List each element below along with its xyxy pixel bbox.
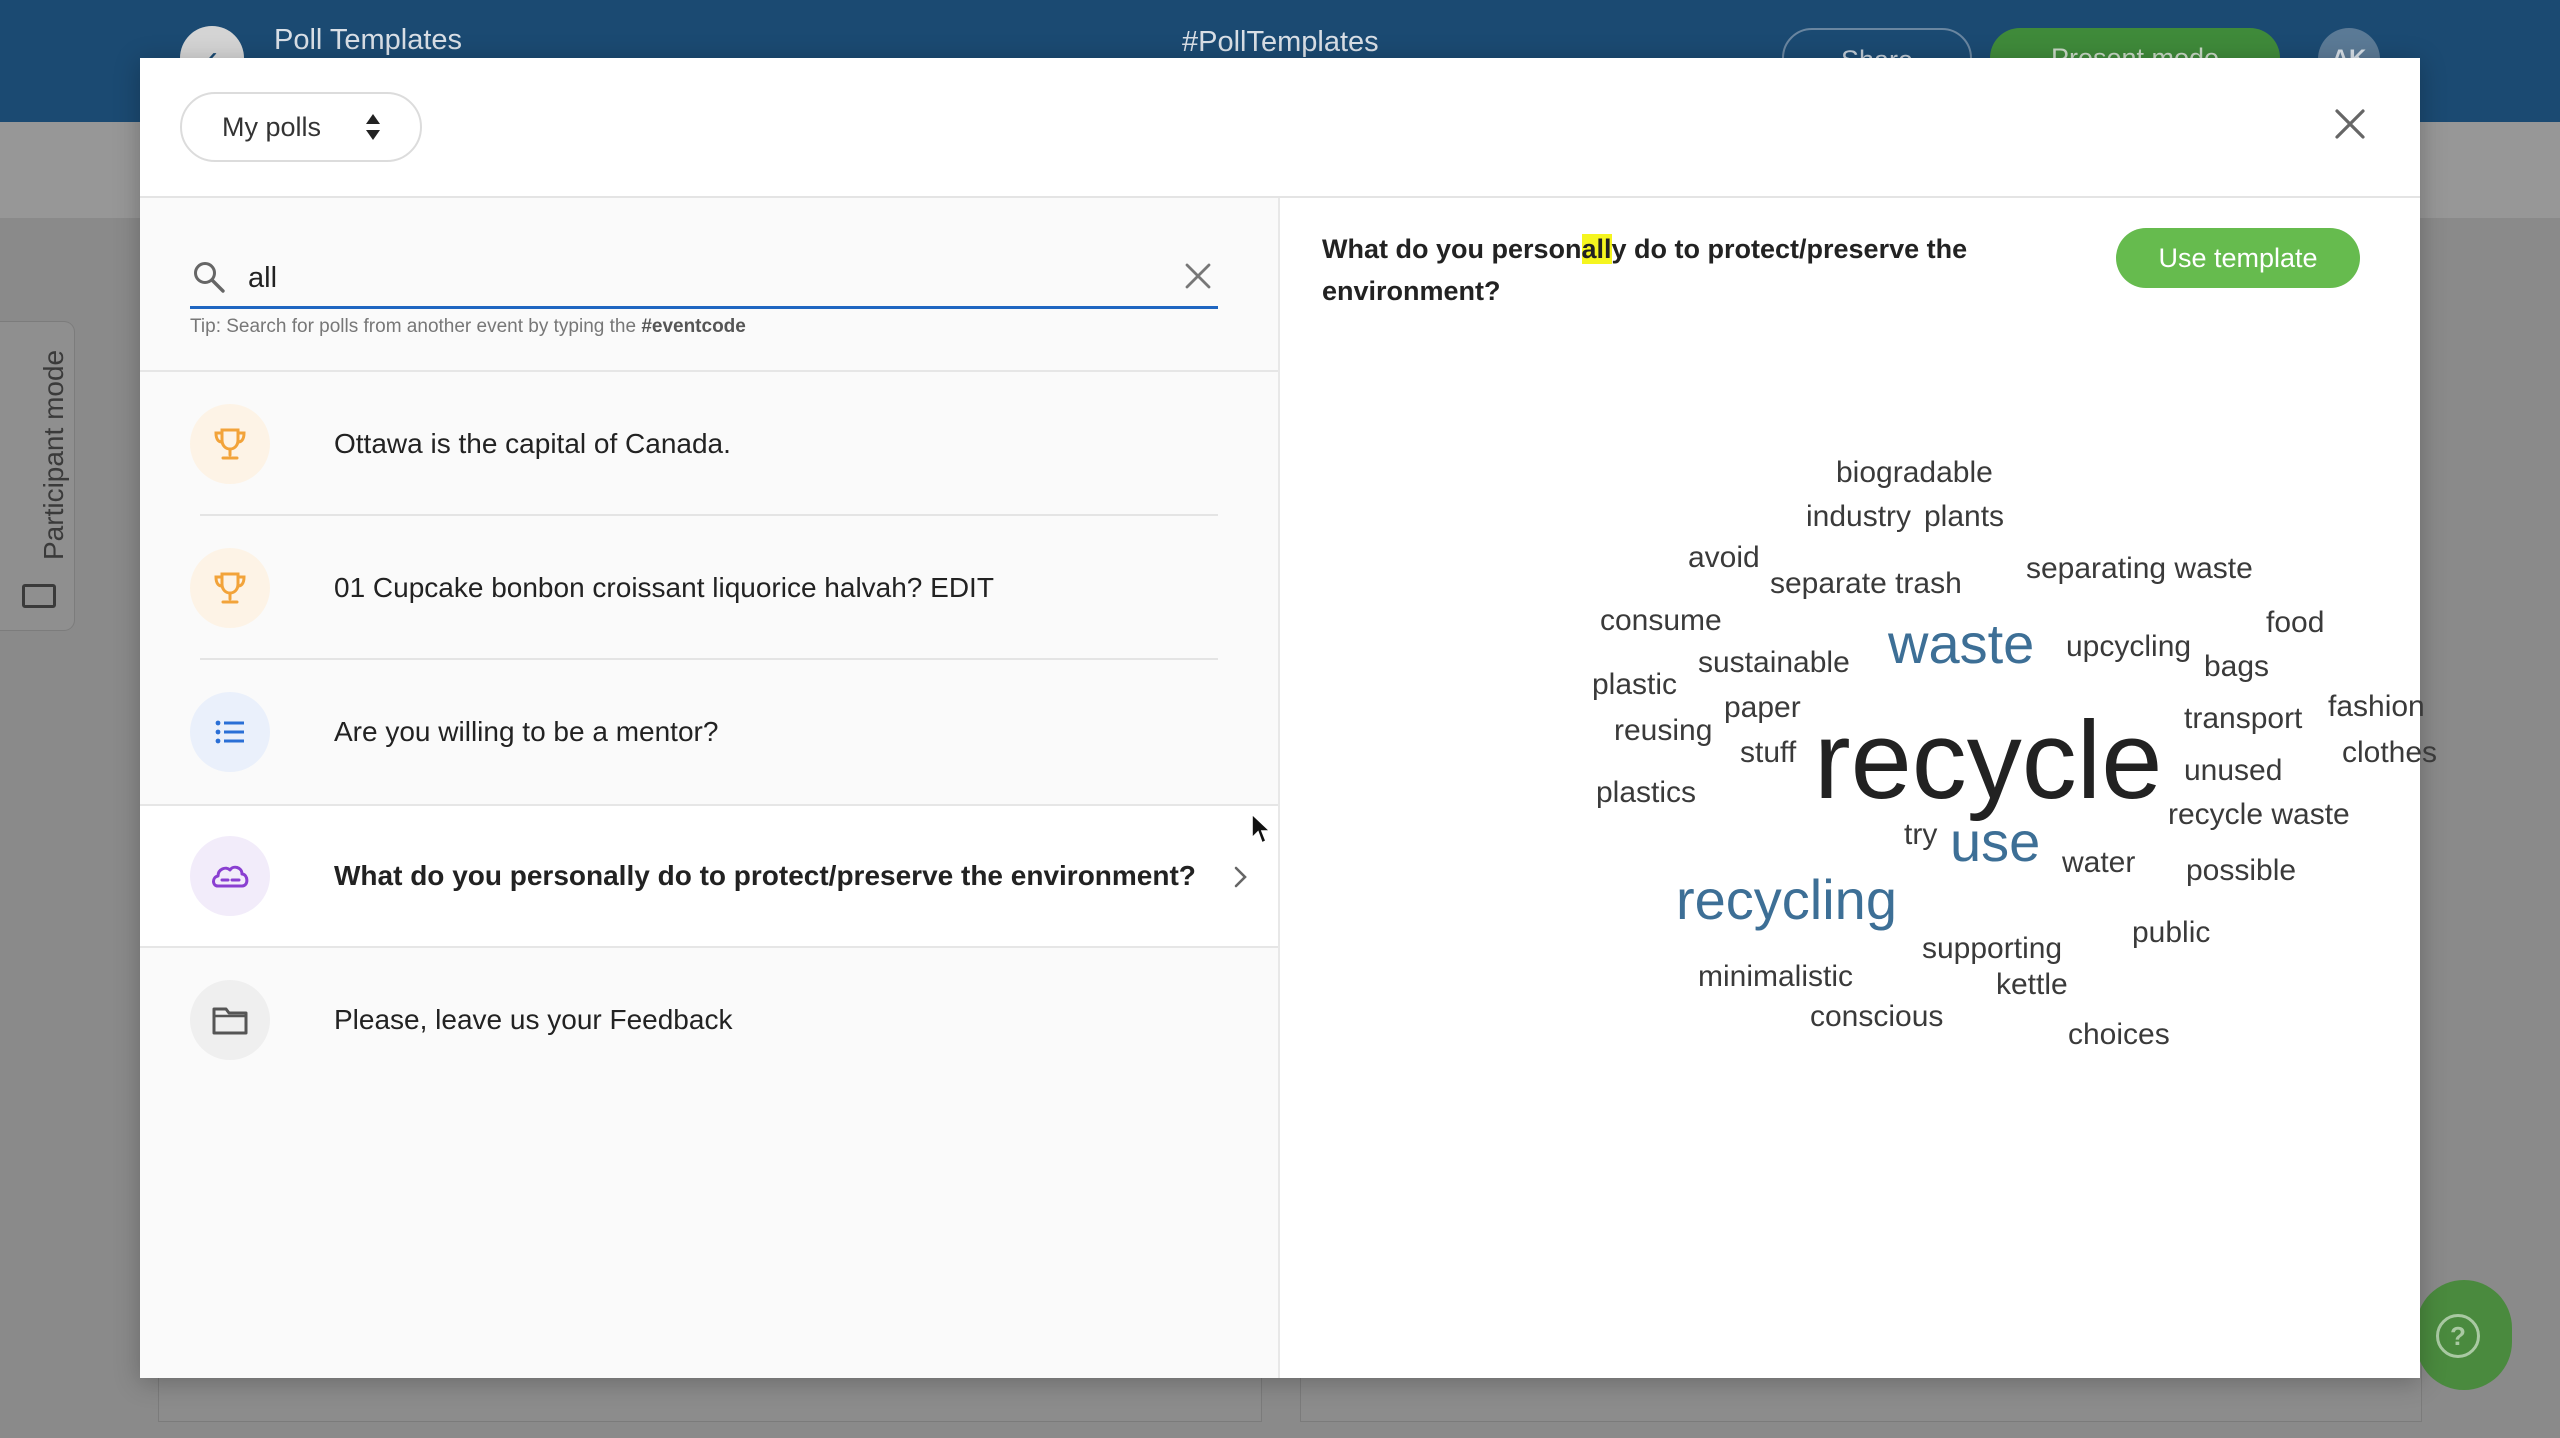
cloud-word: unused [2184,754,2283,787]
cloud-word: fashion [2328,690,2425,723]
cloud-word: transport [2184,702,2303,735]
cloud-word: sustainable [1698,646,1850,679]
list-item-selected[interactable]: What do you personally do to protect/pre… [140,804,1278,948]
scope-select-label: My polls [222,112,322,142]
cloud-word: biogradable [1836,456,1993,489]
cloud-word: industry [1806,500,1912,533]
cloud-word: conscious [1810,1000,1944,1033]
cloud-word: paper [1724,691,1801,724]
search-bar [190,250,1218,309]
tip-text: Tip: Search for polls from another event… [190,316,642,337]
cloud-word: upcycling [2066,630,2192,663]
folder-icon [190,980,270,1060]
list-item[interactable]: 01 Cupcake bonbon croissant liquorice ha… [140,516,1278,660]
cloud-word: plants [1924,500,2005,533]
sort-arrows-icon [366,114,380,140]
cloud-word: separating waste [2026,552,2253,585]
cloud-word: plastics [1596,776,1697,809]
search-input[interactable] [246,254,1150,302]
app-title: Poll Templates [274,24,463,56]
list-item[interactable]: Please, leave us your Feedback [140,948,1278,1092]
mouse-cursor-icon [1251,812,1272,845]
cloud-word: recycling [1676,868,1897,931]
poll-templates-modal: My polls Tip: Search for polls from anot… [140,58,2437,1378]
event-code: #PollTemplates [1182,26,1379,58]
tip-eventcode: #eventcode [641,316,746,337]
cloud-word: waste [1888,612,2035,675]
poll-list-pane: Tip: Search for polls from another event… [140,198,1280,1378]
scope-select[interactable]: My polls [180,92,422,162]
chevron-right-icon [1234,866,1247,888]
word-cloud-icon [190,836,270,916]
cloud-word: minimalistic [1698,960,1854,993]
cloud-word: recycle [1814,699,2163,822]
cloud-word: water [2062,846,2136,879]
cloud-word: separate trash [1770,567,1962,600]
cloud-word: try [1904,818,1938,851]
cloud-word: reusing [1614,714,1713,747]
search-icon [194,262,225,293]
cloud-word: recycle waste [2168,798,2350,831]
cloud-word: public [2132,916,2211,949]
participant-mode-label: Participant mode [38,349,69,560]
poll-title: Are you willing to be a mentor? [334,716,719,747]
cloud-word: stuff [1740,736,1797,769]
cloud-word: clothes [2342,736,2438,769]
trophy-icon [190,404,270,484]
close-icon[interactable] [2332,106,2368,142]
clear-search-icon[interactable] [1184,262,1212,290]
preview-pane: What do you personally do to protect/pre… [1280,198,2437,1378]
cloud-word: bags [2204,650,2270,683]
poll-title: Please, leave us your Feedback [334,1004,733,1035]
cloud-word: consume [1600,604,1722,637]
device-icon [22,584,56,608]
cloud-word: possible [2186,854,2297,887]
search-tip: Tip: Search for polls from another event… [190,316,746,338]
word-cloud: biogradable industry plants avoid separa… [1280,198,2437,1378]
cloud-word: choices [2068,1018,2170,1051]
poll-title: Ottawa is the capital of Canada. [334,428,731,459]
cloud-word: use [1950,810,2041,873]
poll-list: Ottawa is the capital of Canada. 01 Cupc… [140,372,1278,1092]
list-item[interactable]: Are you willing to be a mentor? [140,660,1278,804]
list-item[interactable]: Ottawa is the capital of Canada. [140,372,1278,516]
help-icon: ? [2436,1314,2480,1358]
list-icon [190,692,270,772]
trophy-icon [190,548,270,628]
cloud-word: food [2266,606,2325,639]
cloud-word: supporting [1922,932,2063,965]
poll-title: What do you personally do to protect/pre… [334,860,1196,891]
poll-title: 01 Cupcake bonbon croissant liquorice ha… [334,572,994,603]
modal-header: My polls [140,58,2420,198]
cloud-word: kettle [1996,968,2068,1001]
cloud-word: plastic [1592,668,1678,701]
cloud-word: avoid [1688,541,1760,574]
